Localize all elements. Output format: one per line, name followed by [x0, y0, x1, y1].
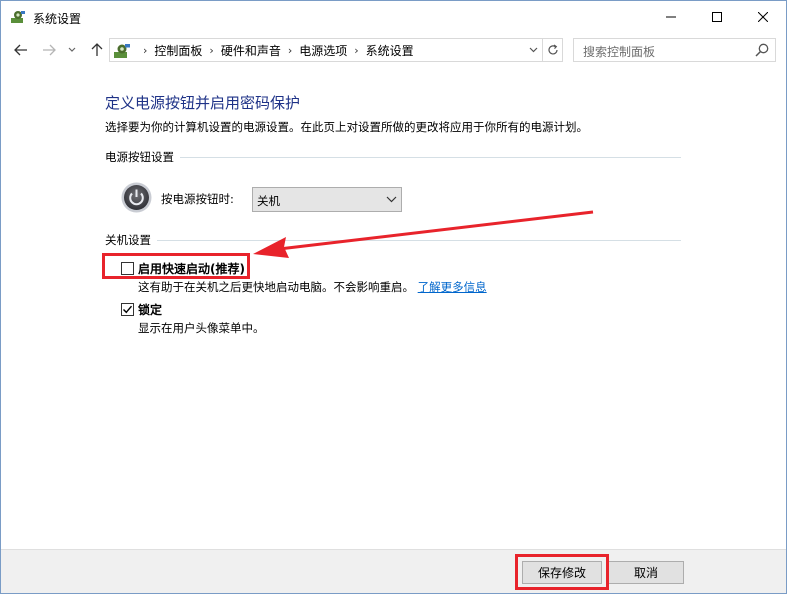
search-icon[interactable] — [754, 42, 770, 58]
chevron-down-icon — [529, 47, 537, 53]
back-arrow-icon — [14, 44, 27, 56]
up-button[interactable] — [87, 40, 107, 60]
section-divider — [157, 239, 681, 241]
control-panel-icon — [114, 44, 130, 58]
close-button[interactable] — [740, 1, 786, 33]
breadcrumb-separator-icon[interactable]: › — [288, 44, 292, 57]
page-title: 定义电源按钮并启用密码保护 — [105, 94, 301, 112]
chevron-down-icon — [386, 196, 397, 203]
lock-checkbox[interactable] — [121, 303, 134, 316]
fast-startup-description-text: 这有助于在关机之后更快地启动电脑。不会影响重启。 — [138, 280, 414, 294]
power-button-label: 按电源按钮时: — [161, 192, 234, 206]
refresh-icon — [547, 44, 558, 55]
minimize-icon — [666, 16, 676, 18]
maximize-icon — [712, 12, 722, 22]
maximize-button[interactable] — [694, 1, 740, 33]
minimize-button[interactable] — [648, 1, 694, 33]
breadcrumb: › 控制面板 › 硬件和声音 › 电源选项 › 系统设置 — [136, 39, 414, 61]
search-box[interactable]: 搜索控制面板 — [573, 38, 776, 62]
breadcrumb-separator-icon[interactable]: › — [209, 44, 213, 57]
forward-arrow-icon — [43, 44, 56, 56]
breadcrumb-hardware-sound[interactable]: 硬件和声音 — [221, 42, 281, 59]
system-settings-window: 系统设置 › 控制面板 › 硬件和声音 › 电源选项 › 系统设置 搜索控制面板… — [0, 0, 787, 594]
lock-label[interactable]: 锁定 — [138, 301, 162, 318]
recent-locations-button[interactable] — [65, 40, 79, 60]
breadcrumb-control-panel[interactable]: 控制面板 — [154, 42, 202, 59]
shutdown-settings-heading: 关机设置 — [105, 232, 681, 248]
forward-button[interactable] — [39, 40, 59, 60]
select-value: 关机 — [257, 194, 280, 208]
close-icon — [758, 12, 768, 22]
breadcrumb-power-options[interactable]: 电源选项 — [299, 42, 347, 59]
checkmark-icon — [123, 305, 133, 314]
cancel-button[interactable]: 取消 — [608, 561, 684, 584]
refresh-button[interactable] — [542, 39, 562, 61]
section-divider — [180, 156, 681, 158]
breadcrumb-separator-icon[interactable]: › — [354, 44, 358, 57]
section-heading: 电源按钮设置 — [105, 150, 174, 164]
breadcrumb-system-settings[interactable]: 系统设置 — [366, 42, 414, 59]
page-description: 选择要为你的计算机设置的电源设置。在此页上对设置所做的更改将应用于你所有的电源计… — [105, 120, 588, 134]
power-button-action-select[interactable]: 关机 — [252, 187, 402, 212]
address-dropdown-button[interactable] — [524, 39, 542, 61]
back-button[interactable] — [11, 40, 31, 60]
breadcrumb-separator-icon: › — [143, 43, 148, 57]
address-bar[interactable]: › 控制面板 › 硬件和声音 › 电源选项 › 系统设置 — [109, 38, 563, 62]
title-bar: 系统设置 — [1, 1, 786, 33]
footer-bar: 保存修改 取消 — [1, 549, 786, 593]
fast-startup-highlight-box — [102, 253, 250, 279]
up-arrow-icon — [91, 43, 103, 56]
navigation-bar: › 控制面板 › 硬件和声音 › 电源选项 › 系统设置 搜索控制面板 — [1, 33, 786, 67]
learn-more-link[interactable]: 了解更多信息 — [418, 280, 487, 294]
window-title: 系统设置 — [33, 12, 82, 26]
annotation-arrow-icon — [253, 210, 594, 258]
chevron-down-icon — [68, 47, 76, 52]
section-heading: 关机设置 — [105, 233, 151, 247]
control-panel-app-icon — [11, 11, 25, 23]
lock-description: 显示在用户头像菜单中。 — [138, 321, 265, 335]
save-button-highlight-box — [515, 554, 609, 590]
power-button-settings-heading: 电源按钮设置 — [105, 149, 681, 165]
search-input[interactable]: 搜索控制面板 — [583, 43, 655, 60]
power-button-icon — [121, 182, 152, 213]
fast-startup-description: 这有助于在关机之后更快地启动电脑。不会影响重启。 了解更多信息 — [138, 279, 487, 295]
